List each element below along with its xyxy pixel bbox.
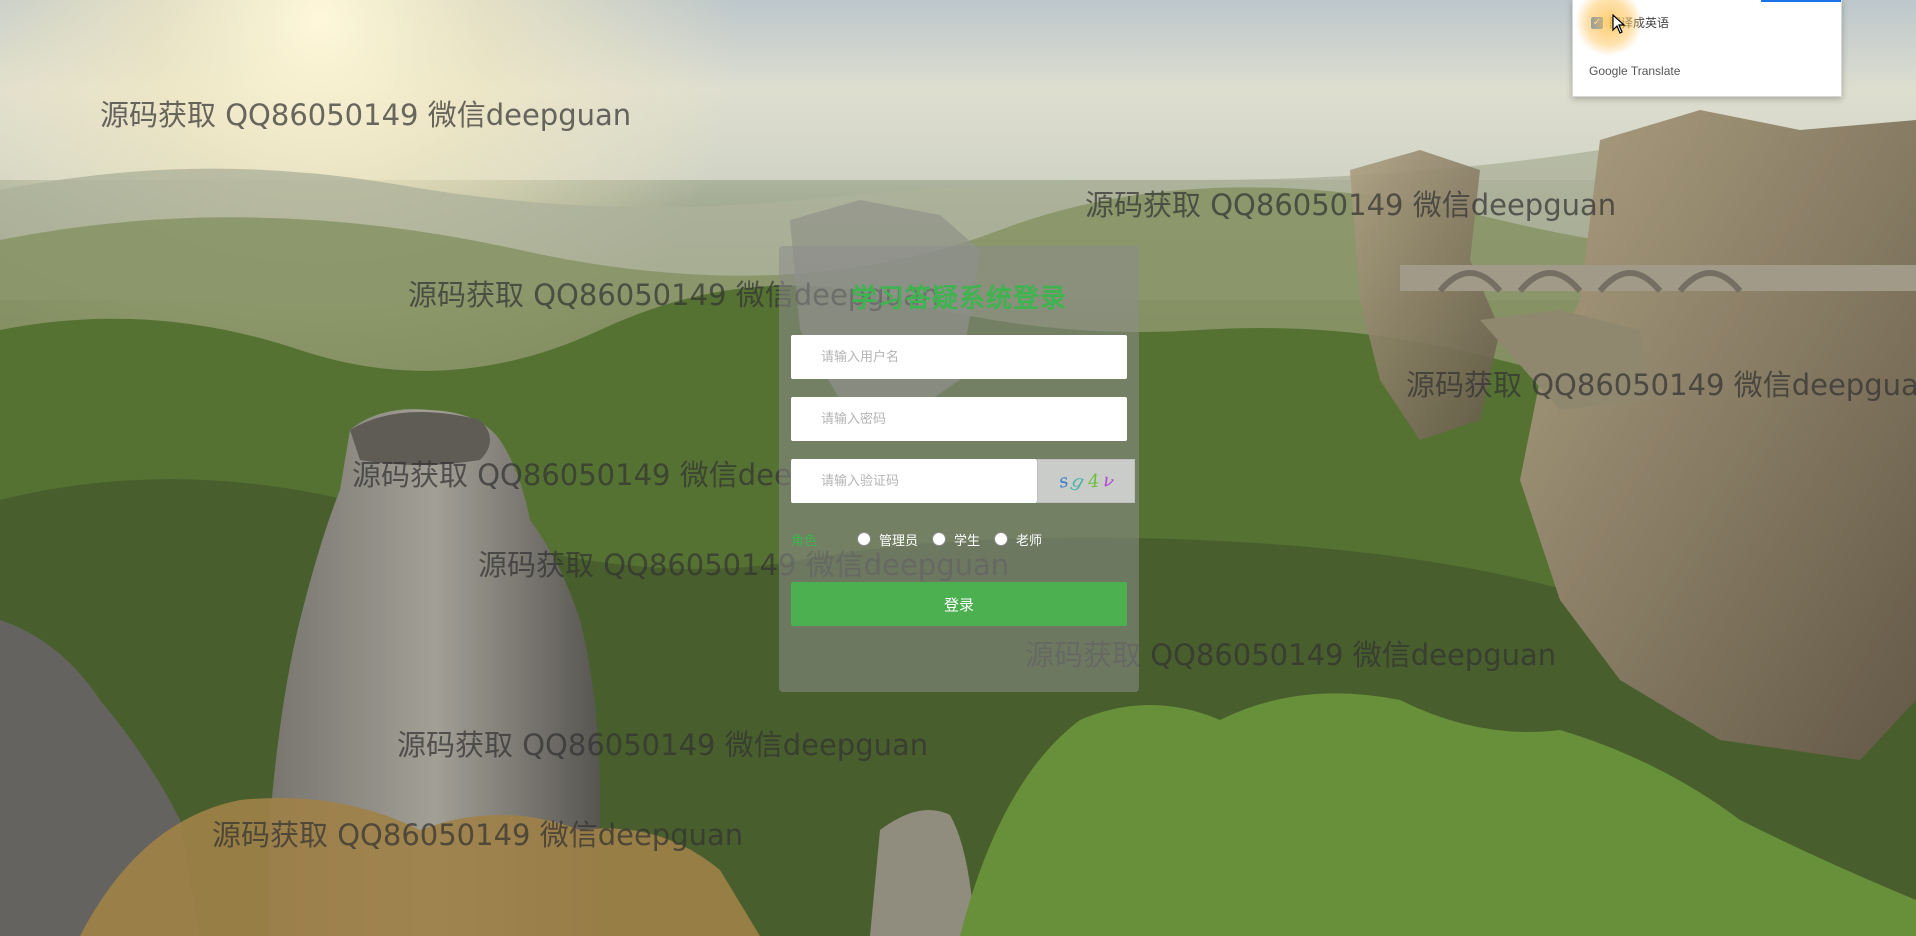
captcha-char: v	[1099, 469, 1117, 493]
role-radio-admin[interactable]	[857, 532, 872, 546]
watermark-text: 源码获取 QQ86050149 微信deepguan	[100, 98, 632, 132]
role-label-admin: 管理员	[879, 533, 919, 549]
watermark-text: 源码获取 QQ86050149 微信deepguan	[212, 818, 744, 852]
username-input[interactable]	[791, 335, 1127, 379]
password-input[interactable]	[791, 397, 1127, 441]
google-translate-logo: Google Translate	[1589, 64, 1681, 78]
captcha-char: 4	[1086, 469, 1101, 493]
login-title: 学习答疑系统登录	[850, 284, 1067, 314]
role-selector: 角色 管理员 学生 老师	[791, 528, 1127, 550]
mouse-cursor-icon	[1612, 14, 1626, 34]
captcha-char: g	[1069, 469, 1087, 493]
login-button[interactable]: 登录	[791, 582, 1127, 626]
role-label-student: 学生	[954, 533, 981, 549]
role-radio-teacher[interactable]	[994, 532, 1009, 546]
cursor-highlight	[1574, 0, 1644, 56]
watermark-text: 源码获取 QQ86050149 微信deepguan	[1406, 368, 1916, 402]
login-page: 源码获取 QQ86050149 微信deepguan 源码获取 QQ860501…	[0, 0, 1916, 936]
login-form: 学习答疑系统登录 s g 4 v 角色 管理员 学生 老师 登录	[779, 246, 1139, 692]
role-label: 角色	[791, 533, 818, 549]
role-label-teacher: 老师	[1016, 533, 1043, 549]
watermark-text: 源码获取 QQ86050149 微信deepguan	[397, 728, 929, 762]
watermark-text: 源码获取 QQ86050149 微信deepguan	[1085, 188, 1617, 222]
translate-popup-accent	[1761, 0, 1841, 2]
captcha-input[interactable]	[791, 459, 1037, 503]
role-radio-student[interactable]	[932, 532, 947, 546]
captcha-image[interactable]: s g 4 v	[1037, 459, 1135, 503]
